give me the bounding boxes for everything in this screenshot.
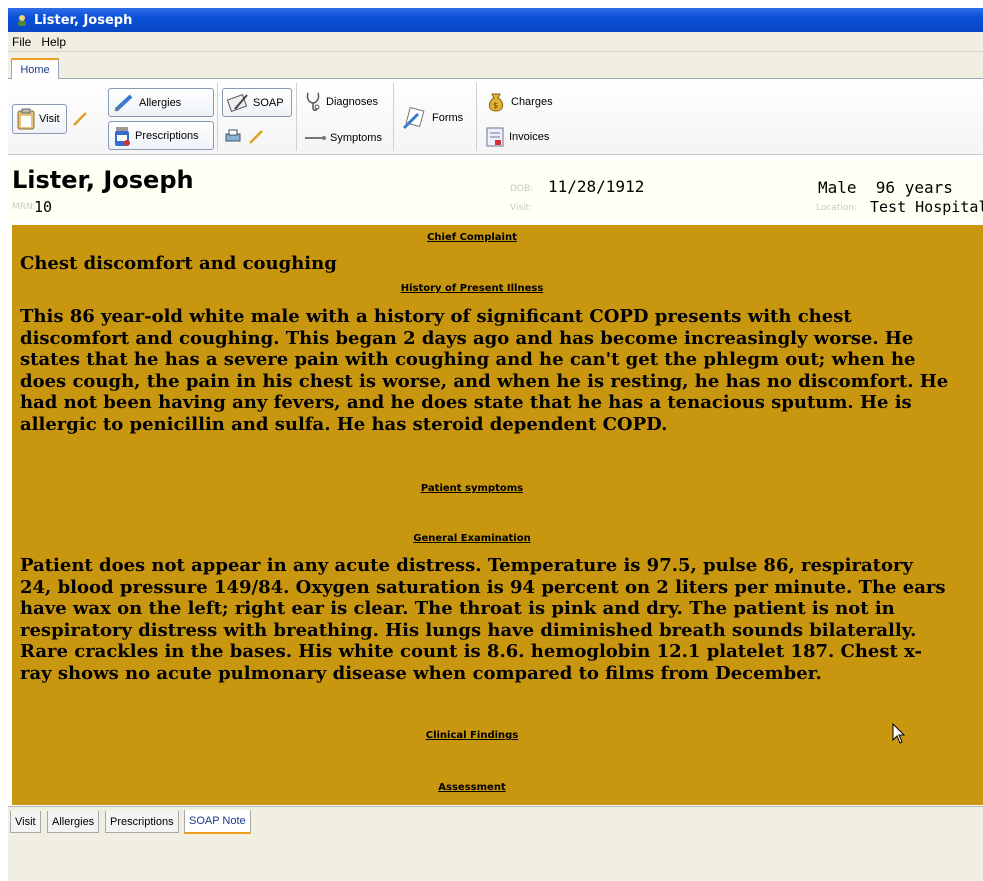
syringe-icon <box>113 93 135 113</box>
clinical-findings-heading: Clinical Findings <box>425 730 519 741</box>
printer-icon[interactable] <box>224 129 242 143</box>
symptoms-label: Symptoms <box>330 132 382 144</box>
general-examination-heading: General Examination <box>413 533 531 544</box>
dob-value: 11/28/1912 <box>548 177 645 196</box>
patient-header: Lister, Joseph MRN: 10 DOB: 11/28/1912 V… <box>8 160 983 220</box>
menu-bar: File Help <box>8 32 983 52</box>
soap-note-icon <box>227 93 249 113</box>
ribbon-tab-strip: Home <box>8 52 983 80</box>
app-icon <box>14 12 30 28</box>
ribbon-toolbar: Visit Allergies Prescriptions SOAP Diagn… <box>8 79 983 155</box>
soap-note-panel[interactable]: Chief Complaint Chest discomfort and cou… <box>12 225 983 805</box>
pencil-icon[interactable] <box>72 111 88 127</box>
mrn-label: MRN: <box>12 202 36 212</box>
location-label: Location: <box>816 203 858 213</box>
visit-label: Visit: <box>510 203 533 213</box>
tab-visit[interactable]: Visit <box>10 811 41 833</box>
invoices-button[interactable]: Invoices <box>481 122 553 152</box>
tab-prescriptions[interactable]: Prescriptions <box>105 811 179 833</box>
tab-soap-note[interactable]: SOAP Note <box>184 810 251 834</box>
symptoms-button[interactable]: Symptoms <box>300 123 386 153</box>
thermometer-icon <box>304 134 326 142</box>
assessment-heading: Assessment <box>438 782 506 793</box>
money-bag-icon: $ <box>485 91 507 113</box>
diagnoses-button[interactable]: Diagnoses <box>300 87 382 117</box>
chief-complaint-text: Chest discomfort and coughing <box>20 253 337 274</box>
patient-symptoms-heading: Patient symptoms <box>420 483 524 494</box>
forms-button[interactable]: Forms <box>398 103 467 133</box>
invoice-icon <box>485 126 505 148</box>
charges-button[interactable]: $ Charges <box>481 87 557 117</box>
patient-name: Lister, Joseph <box>12 166 194 194</box>
forms-icon <box>402 106 428 130</box>
allergies-button[interactable]: Allergies <box>108 88 214 117</box>
soap-button[interactable]: SOAP <box>222 88 292 117</box>
ribbon-separator <box>393 83 394 151</box>
forms-label: Forms <box>432 112 464 124</box>
soap-label: SOAP <box>253 96 284 109</box>
chief-complaint-heading: Chief Complaint <box>427 232 517 243</box>
allergies-label: Allergies <box>139 96 182 109</box>
stethoscope-icon <box>304 91 322 113</box>
pill-bottle-icon <box>113 125 131 147</box>
prescriptions-label: Prescriptions <box>135 129 199 142</box>
dob-label: DOB: <box>510 184 534 194</box>
menu-help[interactable]: Help <box>41 35 66 49</box>
ribbon-separator <box>476 83 477 151</box>
ribbon-separator <box>217 83 218 151</box>
diagnoses-label: Diagnoses <box>326 96 378 108</box>
tab-home[interactable]: Home <box>11 58 59 80</box>
visit-label: Visit <box>39 113 60 125</box>
title-bar: Lister, Joseph <box>8 8 983 32</box>
prescriptions-button[interactable]: Prescriptions <box>108 121 214 150</box>
mrn-value: 10 <box>34 198 53 216</box>
window-title: Lister, Joseph <box>34 12 133 28</box>
hpi-heading: History of Present Illness <box>400 283 544 294</box>
location-value: Test Hospital <box>870 198 983 216</box>
general-examination-text: Patient does not appear in any acute dis… <box>20 555 946 684</box>
clipboard-icon <box>17 108 35 130</box>
visit-button[interactable]: Visit <box>12 104 67 134</box>
menu-file[interactable]: File <box>12 35 31 49</box>
gender-age: Male 96 years <box>818 178 953 197</box>
edit-pencil-icon[interactable] <box>248 129 264 145</box>
hpi-text: This 86 year-old white male with a histo… <box>20 306 949 435</box>
tab-allergies[interactable]: Allergies <box>47 811 100 833</box>
ribbon-separator <box>296 83 297 151</box>
mouse-cursor-icon <box>892 722 906 748</box>
invoices-label: Invoices <box>509 131 550 143</box>
charges-label: Charges <box>511 96 553 108</box>
bottom-tab-strip: Visit Allergies Prescriptions SOAP Note <box>8 806 983 881</box>
svg-text:$: $ <box>493 101 498 110</box>
